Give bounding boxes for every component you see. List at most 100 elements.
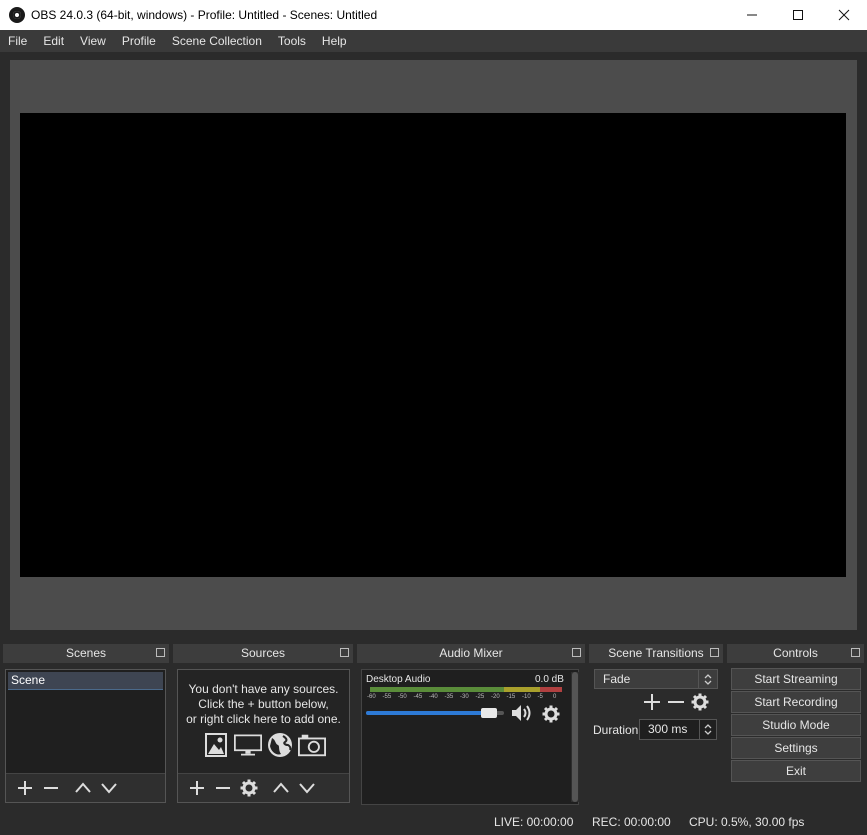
duration-value: 300 ms (648, 722, 688, 736)
live-timer: LIVE: 00:00:00 (494, 815, 574, 829)
sources-empty-line2: Click the + button below, (198, 697, 329, 711)
menu-view[interactable]: View (72, 30, 114, 52)
remove-source-icon[interactable] (210, 775, 236, 801)
scenes-list[interactable]: Scene (5, 669, 166, 803)
meter-tick-label: -10 (522, 694, 531, 700)
source-type-icons (202, 732, 326, 758)
duration-label: Duration (593, 723, 639, 737)
meter-tick-label: -25 (475, 694, 485, 700)
sources-list[interactable]: You don't have any sources. Click the + … (177, 669, 350, 803)
close-icon[interactable] (821, 0, 867, 30)
undock-icon[interactable] (572, 648, 581, 657)
preview-canvas[interactable] (20, 113, 846, 577)
add-transition-icon[interactable] (643, 693, 661, 711)
move-scene-up-icon[interactable] (70, 775, 96, 801)
meter-tick-label: -30 (460, 694, 469, 700)
minimize-icon[interactable] (729, 0, 775, 30)
rec-timer: REC: 00:00:00 (592, 815, 671, 829)
source-properties-gear-icon[interactable] (236, 775, 262, 801)
scenes-toolbar (6, 773, 165, 802)
volume-slider-handle[interactable] (481, 708, 497, 718)
sources-empty-line3: or right click here to add one. (186, 712, 341, 726)
transition-settings-gear-icon[interactable] (691, 693, 709, 711)
transition-select-value: Fade (603, 672, 631, 686)
exit-button[interactable]: Exit (731, 760, 861, 782)
channel-db: 0.0 dB (535, 674, 564, 685)
meter-tick-label: 0 (553, 694, 557, 700)
audio-mixer-panel: Desktop Audio 0.0 dB -60 -55 -50 -45 -40 -35-… (361, 669, 579, 805)
sources-dock-title: Sources (240, 646, 286, 660)
cpu-fps: CPU: 0.5%, 30.00 fps (689, 815, 805, 829)
remove-transition-icon[interactable] (667, 693, 685, 711)
meter-tick-label: -5 (537, 694, 543, 700)
video-capture-icon (298, 734, 326, 757)
mixer-scrollbar[interactable] (571, 672, 579, 802)
preview-area[interactable] (10, 60, 857, 630)
scene-transitions-dock: Scene Transitions Fade Duration 300 ms (589, 644, 723, 804)
sources-empty-line1: You don't have any sources. (188, 682, 339, 696)
undock-icon[interactable] (340, 648, 349, 657)
meter-tick-label: -55 (382, 694, 392, 700)
channel-name: Desktop Audio (366, 674, 431, 685)
window-title: OBS 24.0.3 (64-bit, windows) - Profile: … (31, 8, 378, 22)
browser-source-icon (268, 733, 292, 757)
meter-tick-label: -60 (367, 694, 376, 700)
image-source-icon (205, 733, 227, 757)
controls-dock-title: Controls (773, 646, 818, 660)
select-arrows-icon (698, 670, 717, 688)
undock-icon[interactable] (851, 648, 860, 657)
menu-help[interactable]: Help (314, 30, 355, 52)
undock-icon[interactable] (156, 648, 165, 657)
add-source-icon[interactable] (184, 775, 210, 801)
menu-bar: File Edit View Profile Scene Collection … (0, 30, 867, 52)
meter-tick-label: -20 (491, 694, 500, 700)
meter-tick-label: -50 (398, 694, 407, 700)
sources-toolbar (178, 773, 349, 802)
volume-slider-fill (366, 711, 497, 715)
obs-logo-icon (9, 7, 25, 23)
meter-tick-label: -45 (413, 694, 423, 700)
studio-mode-button[interactable]: Studio Mode (731, 714, 861, 736)
sources-dock: Sources You don't have any sources. Clic… (173, 644, 353, 804)
audio-mixer-dock: Audio Mixer Desktop Audio 0.0 dB -60 -55-… (357, 644, 585, 805)
controls-dock-header: Controls (727, 644, 864, 663)
meter-tick-label: -15 (506, 694, 516, 700)
menu-edit[interactable]: Edit (35, 30, 72, 52)
scenes-dock-title: Scenes (65, 646, 107, 660)
undock-icon[interactable] (710, 648, 719, 657)
display-capture-icon (234, 734, 262, 756)
duration-spinbox[interactable]: 300 ms (639, 719, 717, 740)
menu-tools[interactable]: Tools (270, 30, 314, 52)
scene-transitions-dock-title: Scene Transitions (608, 646, 704, 660)
volume-meter (370, 687, 562, 692)
remove-scene-icon[interactable] (38, 775, 64, 801)
meter-tick-label: -40 (429, 694, 438, 700)
move-scene-down-icon[interactable] (96, 775, 122, 801)
start-recording-button[interactable]: Start Recording (731, 691, 861, 713)
menu-profile[interactable]: Profile (114, 30, 164, 52)
scenes-dock-header: Scenes (3, 644, 169, 663)
audio-settings-gear-icon[interactable] (542, 705, 560, 723)
maximize-icon[interactable] (775, 0, 821, 30)
speaker-icon[interactable] (510, 703, 534, 723)
volume-slider[interactable] (366, 708, 504, 718)
transition-select[interactable]: Fade (594, 669, 718, 689)
meter-tick-label: -35 (444, 694, 454, 700)
scene-list-item[interactable]: Scene (8, 672, 163, 690)
move-source-down-icon[interactable] (294, 775, 320, 801)
move-source-up-icon[interactable] (268, 775, 294, 801)
status-bar: LIVE: 00:00:00 REC: 00:00:00 CPU: 0.5%, … (0, 808, 867, 835)
spin-arrows-icon[interactable] (699, 720, 716, 739)
menu-scene-collection[interactable]: Scene Collection (164, 30, 270, 52)
settings-button[interactable]: Settings (731, 737, 861, 759)
sources-dock-header: Sources (173, 644, 353, 663)
sources-empty-message: You don't have any sources. Click the + … (178, 682, 349, 727)
add-scene-icon[interactable] (12, 775, 38, 801)
meter-ticks: -60 -55 -50 -45 -40 -35 -30 -25 -20 -15 -10 -5 0 (367, 694, 567, 702)
scenes-dock: Scenes Scene (3, 644, 169, 804)
audio-mixer-dock-title: Audio Mixer (439, 646, 503, 660)
menu-file[interactable]: File (0, 30, 35, 52)
start-streaming-button[interactable]: Start Streaming (731, 668, 861, 690)
audio-mixer-dock-header: Audio Mixer (357, 644, 585, 663)
scene-transitions-dock-header: Scene Transitions (589, 644, 723, 663)
